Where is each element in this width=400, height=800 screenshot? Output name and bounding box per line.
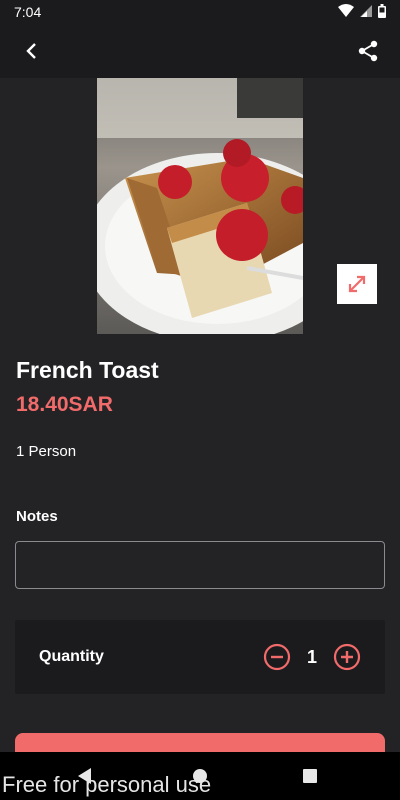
share-icon[interactable] bbox=[354, 37, 382, 65]
battery-icon bbox=[378, 3, 386, 21]
product-title: French Toast bbox=[16, 357, 159, 383]
wifi-icon bbox=[338, 3, 354, 21]
quantity-value: 1 bbox=[306, 646, 317, 667]
nav-recents-icon[interactable] bbox=[303, 769, 317, 783]
status-bar: 7:04 bbox=[0, 0, 400, 24]
quantity-label: Quantity bbox=[39, 648, 104, 665]
app-bar bbox=[0, 24, 400, 78]
status-icons bbox=[338, 3, 386, 21]
product-price: 18.40SAR bbox=[16, 393, 113, 416]
quantity-panel: Quantity 1 bbox=[15, 620, 385, 694]
quantity-stepper: 1 bbox=[263, 643, 361, 671]
minus-circle-icon[interactable] bbox=[263, 643, 291, 671]
plus-circle-icon[interactable] bbox=[333, 643, 361, 671]
expand-icon[interactable] bbox=[337, 264, 377, 304]
serving-size: 1 Person bbox=[16, 443, 77, 460]
back-arrow-icon[interactable] bbox=[18, 37, 46, 65]
notes-input[interactable] bbox=[15, 541, 385, 589]
signal-icon bbox=[360, 4, 372, 21]
notes-label: Notes bbox=[16, 508, 58, 525]
status-time: 7:04 bbox=[14, 4, 42, 20]
product-image[interactable] bbox=[97, 78, 303, 334]
watermark-text: Free for personal use bbox=[2, 772, 212, 797]
